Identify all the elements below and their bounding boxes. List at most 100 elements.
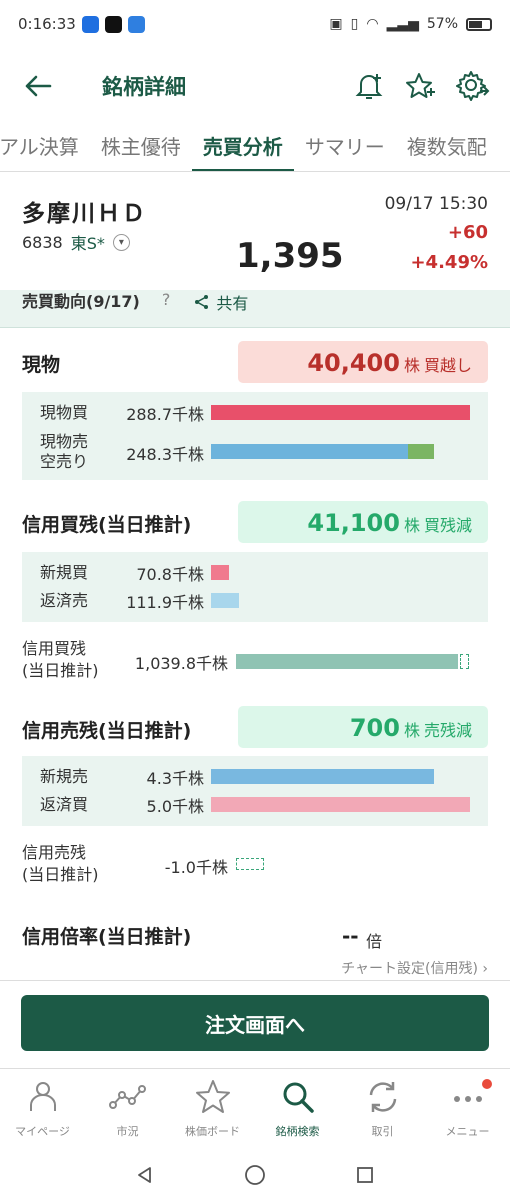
spot-net-unit: 株 — [403, 356, 420, 375]
spot-sell-row: 現物売 空売り 248.3千株 — [22, 430, 488, 474]
signal-icon: ▂▃▅ — [386, 16, 419, 32]
quote-datetime: 09/17 15:30 — [384, 194, 488, 214]
new-buy-row: 新規買 70.8千株 — [22, 562, 488, 584]
nav-market[interactable]: 市況 — [85, 1069, 170, 1150]
spot-sell-bar — [211, 444, 408, 459]
star-icon — [195, 1080, 230, 1113]
margin-buy-unit: 株 — [403, 516, 420, 535]
back-arrow-icon[interactable] — [18, 66, 58, 106]
stock-price: 1,395 — [236, 236, 344, 276]
margin-buy-decrease-marker — [460, 654, 469, 669]
nav-mypage[interactable]: マイページ — [0, 1069, 85, 1150]
nav-mypage-label: マイページ — [15, 1125, 70, 1138]
new-buy-label: 新規買 — [40, 563, 89, 582]
recents-square-icon[interactable] — [355, 1165, 375, 1185]
search-icon — [283, 1082, 314, 1113]
margin-sell-balance-row: 信用売残 (当日推計) -1.0千株 — [22, 842, 488, 890]
spot-title: 現物 — [22, 354, 61, 376]
trading-analysis-content[interactable]: 売買動向(9/17) ? 共有 現物 40,400 株 買越し 現物買 288.… — [0, 290, 510, 978]
wifi-icon: ◠ — [366, 16, 379, 32]
person-icon — [29, 1082, 56, 1111]
margin-buy-badge: 41,100 株 買残減 — [238, 501, 488, 543]
margin-buy-balance-label: 信用買残 (当日推計) — [22, 639, 99, 680]
chevron-down-icon[interactable]: ▾ — [112, 233, 130, 251]
nav-trade[interactable]: 取引 — [340, 1069, 425, 1150]
help-icon[interactable]: ? — [162, 290, 171, 309]
margin-buy-balance-value: 1,039.8千株 — [134, 654, 228, 673]
spot-buy-row: 現物買 288.7千株 — [22, 402, 488, 424]
system-navigation — [0, 1150, 510, 1200]
add-alert-bell-icon[interactable] — [350, 67, 388, 105]
margin-ratio-unit: 倍 — [366, 932, 383, 951]
margin-buy-box: 新規買 70.8千株 返済売 111.9千株 — [22, 552, 488, 622]
spot-volume-box: 現物買 288.7千株 現物売 空売り 248.3千株 — [22, 392, 488, 480]
back-triangle-icon[interactable] — [135, 1165, 155, 1185]
market-selector[interactable]: 東S* — [71, 230, 105, 254]
nav-price-board-label: 株価ボード — [185, 1125, 240, 1138]
battery-icon — [466, 17, 492, 31]
repay-sell-value: 111.9千株 — [126, 593, 204, 612]
margin-sell-status: 売残減 — [423, 721, 472, 740]
margin-sell-decrease-marker — [236, 858, 264, 870]
repay-buy-bar — [211, 797, 470, 812]
bottom-navigation: マイページ 市況 株価ボード 銘柄検索 取引 メニュー — [0, 1068, 510, 1150]
order-screen-button[interactable]: 注文画面へ — [21, 995, 489, 1051]
nav-price-board[interactable]: 株価ボード — [170, 1069, 255, 1150]
chart-settings-link[interactable]: チャート設定(信用残) › — [0, 958, 510, 978]
new-sell-bar — [211, 769, 434, 784]
stock-code-row: 6838 東S* ▾ — [22, 230, 130, 254]
notification-badge — [482, 1079, 492, 1089]
tab-annual-results[interactable]: アル決算 — [0, 122, 90, 171]
tab-bar: アル決算 株主優待 売買分析 サマリー 複数気配 — [0, 122, 510, 172]
new-sell-value: 4.3千株 — [146, 769, 204, 788]
repay-sell-row: 返済売 111.9千株 — [22, 590, 488, 612]
tab-multi-quote[interactable]: 複数気配 — [396, 122, 498, 171]
margin-buy-status: 買残減 — [423, 516, 472, 535]
home-circle-icon[interactable] — [244, 1164, 266, 1186]
market-graph-icon — [108, 1085, 146, 1109]
spot-buy-bar — [211, 405, 470, 420]
tab-shareholder-benefits[interactable]: 株主優待 — [90, 122, 192, 171]
short-sell-bar — [407, 444, 434, 459]
stock-code: 6838 — [22, 232, 63, 252]
margin-sell-balance-value: -1.0千株 — [164, 858, 228, 877]
trend-label: 売買動向(9/17) — [22, 292, 140, 311]
settings-gear-icon[interactable] — [454, 67, 492, 105]
margin-sell-box: 新規売 4.3千株 返済買 5.0千株 — [22, 756, 488, 826]
margin-buy-balance-bar — [236, 654, 458, 669]
nav-stock-search-label: 銘柄検索 — [275, 1125, 320, 1138]
trend-header: 売買動向(9/17) ? 共有 — [0, 290, 510, 328]
share-button[interactable]: 共有 — [194, 290, 248, 314]
nav-trade-label: 取引 — [371, 1125, 394, 1138]
battery-percent: 57% — [426, 16, 458, 32]
tab-summary[interactable]: サマリー — [294, 122, 396, 171]
spot-sell-value: 248.3千株 — [126, 445, 204, 464]
chart-settings-label[interactable]: チャート設定(信用残) — [341, 961, 478, 977]
spot-buy-value: 288.7千株 — [126, 405, 204, 424]
add-favorite-star-icon[interactable] — [402, 67, 440, 105]
page-title: 銘柄詳細 — [102, 75, 186, 99]
nav-market-label: 市況 — [116, 1125, 139, 1138]
margin-ratio-title: 信用倍率(当日推計) — [22, 926, 192, 948]
x-app-icon — [104, 15, 122, 33]
app-bar: 銘柄詳細 — [0, 54, 510, 118]
share-label: 共有 — [216, 294, 249, 313]
margin-sell-badge: 700 株 売残減 — [238, 706, 488, 748]
new-sell-row: 新規売 4.3千株 — [22, 766, 488, 788]
spot-buy-label: 現物買 — [40, 403, 89, 422]
margin-ratio-value: -- — [342, 924, 359, 948]
stock-name: 多摩川ＨＤ — [22, 201, 147, 227]
spot-sell-label: 現物売 空売り — [40, 432, 89, 471]
repay-sell-label: 返済売 — [40, 591, 89, 610]
tab-trading-analysis[interactable]: 売買分析 — [191, 122, 294, 171]
margin-sell-value: 700 — [349, 714, 400, 742]
nav-menu[interactable]: メニュー — [425, 1069, 510, 1150]
new-sell-label: 新規売 — [40, 767, 89, 786]
new-buy-value: 70.8千株 — [136, 565, 204, 584]
nav-stock-search[interactable]: 銘柄検索 — [255, 1069, 340, 1150]
margin-sell-unit: 株 — [403, 721, 420, 740]
order-bar: 注文画面へ — [0, 980, 510, 1068]
refresh-arrows-icon — [369, 1082, 396, 1112]
settings-app-icon — [127, 15, 145, 33]
spot-net-value: 40,400 — [307, 349, 400, 377]
